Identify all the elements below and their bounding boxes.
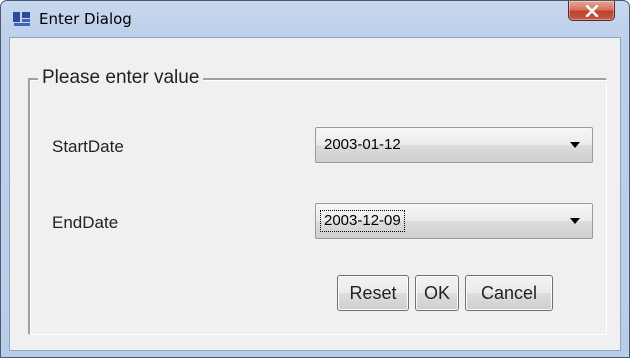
chevron-down-icon[interactable]: [570, 142, 580, 148]
window-title: Enter Dialog: [39, 10, 132, 28]
start-date-value: 2003-01-12: [324, 136, 401, 153]
dialog-window: Enter Dialog Please enter value StartDat…: [0, 0, 630, 358]
end-date-combobox[interactable]: 2003-12-09: [315, 203, 593, 239]
start-date-combobox[interactable]: 2003-01-12: [315, 127, 593, 163]
close-button[interactable]: [568, 1, 615, 21]
start-date-label: StartDate: [52, 137, 124, 156]
dialog-content: Please enter value StartDate 2003-01-12 …: [9, 37, 621, 351]
chevron-down-icon[interactable]: [570, 218, 580, 224]
close-icon: [585, 5, 599, 17]
end-date-label: EndDate: [52, 213, 119, 232]
app-window-icon: [13, 12, 30, 26]
reset-button[interactable]: Reset: [337, 275, 409, 311]
end-date-value: 2003-12-09: [320, 210, 405, 232]
cancel-button[interactable]: Cancel: [465, 275, 553, 311]
ok-button[interactable]: OK: [415, 275, 459, 311]
title-bar[interactable]: Enter Dialog: [1, 1, 629, 37]
value-group-box: Please enter value StartDate 2003-01-12 …: [29, 66, 607, 335]
group-legend: Please enter value: [38, 66, 204, 90]
